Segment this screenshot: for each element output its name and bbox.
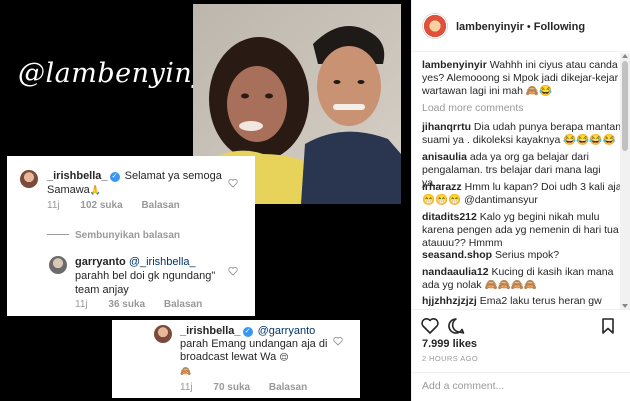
comment-username[interactable]: _irishbella_	[47, 170, 108, 182]
post-timestamp: 2 HOURS AGO	[422, 354, 479, 363]
hide-replies-button[interactable]: Sembunyikan balasan	[47, 230, 180, 241]
add-comment-input[interactable]	[422, 380, 602, 392]
profile-avatar[interactable]	[422, 13, 448, 39]
comment-icon[interactable]	[446, 316, 466, 336]
comment-username[interactable]: nandaaulia12	[422, 266, 489, 278]
post-panel: lambenyinyir • Following lambenyinyir Wahh…	[411, 0, 630, 401]
comment-mention[interactable]: @garryanto	[258, 325, 316, 337]
scrollbar[interactable]	[620, 53, 630, 309]
scrollbar-thumb[interactable]	[622, 61, 628, 151]
following-button[interactable]: Following	[534, 21, 585, 33]
heart-icon[interactable]	[228, 178, 238, 188]
comment-time: 11j	[180, 382, 193, 393]
bookmark-icon[interactable]	[598, 316, 618, 336]
comments-list[interactable]: lambenyinyir Wahhh ini ciyus atau canda …	[412, 53, 630, 309]
comment-username[interactable]: anisaulia	[422, 151, 467, 163]
comment-card-1: _irishbella_ ✓ Selamat ya semoga Samawa🙏 …	[7, 156, 255, 316]
comment-card-2: _irishbella_ ✓ @garryanto parah Emang und…	[112, 320, 360, 398]
heart-icon[interactable]	[333, 336, 343, 346]
comment-username[interactable]: ditadits212	[422, 211, 477, 223]
comment-meta: 11j 102 suka Balasan	[47, 200, 180, 211]
author-username[interactable]: lambenyinyir	[456, 21, 524, 33]
comment-meta: 11j 70 suka Balasan	[180, 382, 307, 393]
reply-meta: 11j 36 suka Balasan	[75, 299, 202, 310]
list-item: nandaaulia12 Kucing di kasih ikan mana a…	[422, 266, 622, 292]
comment-username[interactable]: _irishbella_	[180, 325, 241, 337]
scroll-up-arrow[interactable]	[622, 54, 628, 58]
comment-body: parah Emang undangan aja di broadcast le…	[180, 338, 328, 363]
list-item: irharazz Hmm lu kapan? Doi udh 3 kali aj…	[422, 181, 622, 207]
list-item: hjjzhhzjzjzj Ema2 laku terus heran gw	[422, 295, 622, 308]
reply-button[interactable]: Balasan	[164, 299, 202, 310]
reply-button[interactable]: Balasan	[141, 200, 179, 211]
likes-count[interactable]: 7.999 likes	[422, 338, 477, 350]
caption-username[interactable]: lambenyinyir	[422, 59, 487, 71]
reply-text: garryanto @_irishbella_ parahh bel doi g…	[75, 255, 225, 297]
reply-username[interactable]: garryanto	[75, 256, 126, 268]
verified-icon: ✓	[242, 327, 253, 337]
pray-emoji: 🙏	[89, 186, 102, 196]
comment-text: Ema2 laku terus heran gw	[479, 295, 602, 307]
separator-dot: •	[526, 21, 531, 33]
comment-text: Serius mpok?	[494, 249, 560, 261]
reply-body: parahh bel doi gk ngundang" team anjay	[75, 270, 216, 296]
reply-likes[interactable]: 36 suka	[108, 299, 145, 310]
comment-text: _irishbella_ ✓ Selamat ya semoga Samawa🙏	[47, 169, 222, 198]
comment-time: 11j	[47, 200, 60, 211]
avatar[interactable]	[154, 325, 172, 343]
post-actions	[412, 309, 630, 341]
avatar[interactable]	[20, 170, 38, 188]
comment-username[interactable]: hjjzhhzjzjzj	[422, 295, 477, 307]
comment-username[interactable]: seasand.shop	[422, 249, 492, 261]
hide-replies-label: Sembunyikan balasan	[75, 230, 181, 241]
reply-button[interactable]: Balasan	[269, 382, 307, 393]
relieved-emoji: 😌	[279, 353, 289, 363]
heart-icon[interactable]	[228, 266, 238, 276]
comment-text: _irishbella_ ✓ @garryanto parah Emang und…	[180, 325, 330, 379]
verified-icon: ✓	[109, 172, 120, 182]
reply-time: 11j	[75, 299, 88, 310]
monkey-emoji: 🙈	[180, 367, 192, 377]
comment-likes[interactable]: 102 suka	[80, 200, 122, 211]
caption: lambenyinyir Wahhh ini ciyus atau canda …	[422, 59, 622, 98]
load-more-comments-button[interactable]: Load more comments	[422, 102, 524, 114]
scroll-down-arrow[interactable]	[622, 304, 628, 308]
heart-icon[interactable]	[420, 316, 440, 336]
avatar[interactable]	[49, 256, 67, 274]
collage-image: @lambenyinyir _irishbella_ ✓ Selamat ya …	[0, 0, 411, 401]
hide-line	[47, 234, 69, 235]
comment-username[interactable]: irharazz	[422, 181, 462, 193]
add-comment-bar	[412, 372, 630, 401]
list-item: ditadits212 Kalo yg begini nikah mulu ka…	[422, 211, 622, 250]
post-header: lambenyinyir • Following	[412, 0, 630, 52]
post-author: lambenyinyir • Following	[456, 21, 585, 33]
reply-mention[interactable]: @_irishbella_	[129, 256, 196, 268]
comment-likes[interactable]: 70 suka	[213, 382, 250, 393]
comment-username[interactable]: jihanqrrtu	[422, 121, 471, 133]
list-item: jihanqrrtu Dia udah punya berapa mantan …	[422, 121, 622, 147]
list-item: seasand.shop Serius mpok?	[422, 249, 622, 262]
